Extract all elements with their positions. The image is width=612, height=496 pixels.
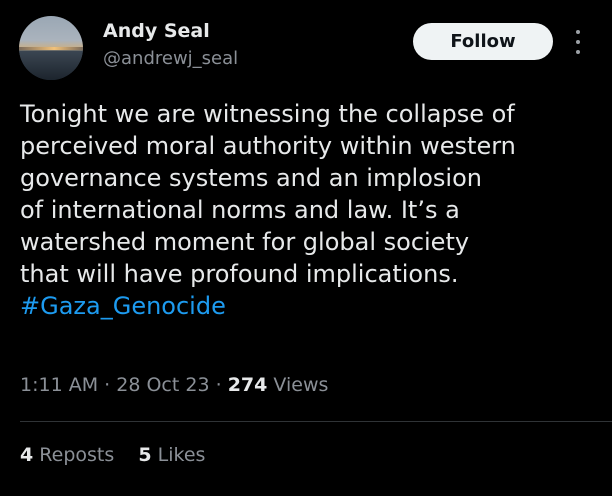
reposts-label: Reposts bbox=[39, 444, 115, 466]
avatar-horizon bbox=[19, 47, 83, 50]
views-count: 274 bbox=[227, 374, 268, 396]
more-dot bbox=[576, 30, 580, 34]
likes-label: Likes bbox=[157, 444, 206, 466]
more-dot bbox=[576, 50, 580, 54]
avatar-sea bbox=[19, 51, 83, 80]
engagement-stats: 4 Reposts 5 Likes bbox=[20, 444, 205, 466]
reposts-count: 4 bbox=[20, 444, 34, 466]
likes-count: 5 bbox=[138, 444, 152, 466]
divider bbox=[20, 421, 612, 422]
tweet-time[interactable]: 1:11 AM bbox=[20, 374, 98, 396]
tweet-date[interactable]: 28 Oct 23 bbox=[116, 374, 209, 396]
tweet-meta: 1:11 AM · 28 Oct 23 · 274 Views bbox=[20, 374, 328, 396]
more-dot bbox=[576, 40, 580, 44]
tweet-line: Tonight we are witnessing the collapse o… bbox=[20, 100, 515, 128]
likes-stat[interactable]: 5 Likes bbox=[138, 444, 205, 466]
tweet-line: that will have profound implications. bbox=[20, 260, 459, 288]
more-vertical-icon[interactable] bbox=[572, 30, 584, 54]
avatar[interactable] bbox=[19, 16, 83, 80]
meta-separator: · bbox=[104, 374, 111, 396]
hashtag-link[interactable]: #Gaza_Genocide bbox=[20, 290, 600, 322]
tweet-line: perceived moral authority within western bbox=[20, 132, 516, 160]
meta-separator: · bbox=[215, 374, 222, 396]
author-name[interactable]: Andy Seal bbox=[103, 20, 210, 42]
follow-button[interactable]: Follow bbox=[413, 23, 553, 60]
reposts-stat[interactable]: 4 Reposts bbox=[20, 444, 120, 466]
tweet-line: governance systems and an implosion bbox=[20, 164, 482, 192]
tweet-card: Andy Seal @andrewj_seal Follow Tonight w… bbox=[0, 0, 612, 496]
author-handle[interactable]: @andrewj_seal bbox=[103, 48, 238, 69]
tweet-text: Tonight we are witnessing the collapse o… bbox=[20, 98, 600, 322]
views-label: Views bbox=[273, 374, 329, 396]
tweet-line: watershed moment for global society bbox=[20, 228, 470, 256]
tweet-line: of international norms and law. It’s a bbox=[20, 196, 460, 224]
